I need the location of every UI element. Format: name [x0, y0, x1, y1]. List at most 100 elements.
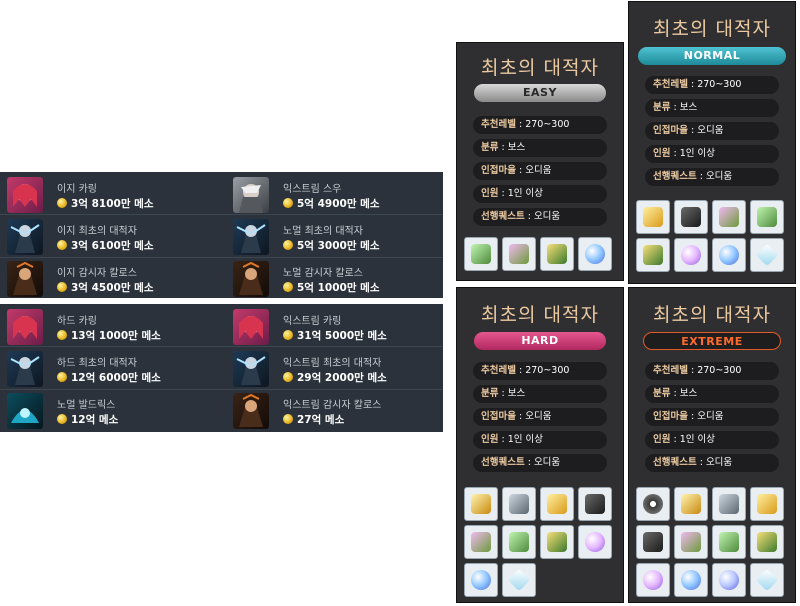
suu-icon [233, 177, 269, 213]
gold-token-icon[interactable] [540, 487, 574, 521]
info-row-party: 인원 : 1인 이상 [473, 185, 607, 203]
orb-icon[interactable] [578, 525, 612, 559]
gold-emblem-icon[interactable] [674, 487, 708, 521]
boss-name: 하드 카링 [57, 316, 97, 327]
info-row-town: 인접마을 : 오디움 [645, 122, 779, 140]
orb-icon[interactable] [578, 237, 612, 271]
boss-entry: 익스트림 감시자 칼로스 27억 메소 [226, 390, 443, 430]
crystal-icon[interactable] [750, 563, 784, 597]
crystal-icon[interactable] [750, 238, 784, 272]
orb-icon[interactable] [712, 563, 746, 597]
boss-reward: 31억 5000만 메소 [283, 328, 387, 343]
info-row-town: 인접마을 : 오디움 [473, 162, 607, 180]
chest-icon[interactable] [712, 487, 746, 521]
meso-coin-icon [57, 240, 67, 250]
info-row-category: 분류 : 보스 [645, 99, 779, 117]
baldrix-icon [7, 393, 43, 429]
kalos-icon [233, 261, 269, 297]
gem-icon[interactable] [674, 525, 708, 559]
gear-icon[interactable] [636, 487, 670, 521]
boss-entry: 하드 최초의 대적자 12억 6000만 메소 [0, 348, 222, 388]
gold-emblem-icon[interactable] [464, 487, 498, 521]
info-row-party: 인원 : 1인 이상 [645, 145, 779, 163]
orb-icon[interactable] [674, 238, 708, 272]
kalos-icon [233, 393, 269, 429]
orb-icon[interactable] [636, 563, 670, 597]
boss-name: 이지 최초의 대적자 [57, 226, 137, 237]
adversary-icon [233, 351, 269, 387]
gem-icon[interactable] [712, 525, 746, 559]
orb-icon[interactable] [464, 563, 498, 597]
meso-coin-icon [283, 414, 293, 424]
panel-title: 최초의 대적자 [481, 57, 599, 79]
info-row-category: 분류 : 보스 [473, 385, 607, 403]
boss-reward: 12억 메소 [57, 412, 118, 427]
boss-name: 이지 카링 [57, 184, 97, 195]
orb-icon[interactable] [712, 238, 746, 272]
panel-hard: 최초의 대적자 HARD 추천레벨 : 270~300 분류 : 보스 인접마을… [456, 287, 624, 603]
meso-coin-icon [57, 372, 67, 382]
boss-entry: 익스트림 스우 5억 4900만 메소 [226, 174, 443, 214]
panel-title: 최초의 대적자 [653, 18, 771, 40]
difficulty-badge-extreme: EXTREME [643, 332, 781, 350]
box-icon[interactable] [636, 238, 670, 272]
gold-token-icon[interactable] [750, 487, 784, 521]
info-row-town: 인접마을 : 오디움 [645, 408, 779, 426]
info-row-level: 추천레벨 : 270~300 [473, 116, 607, 134]
mask-icon[interactable] [578, 487, 612, 521]
meso-coin-icon [57, 198, 67, 208]
boss-reward: 3억 6100만 메소 [57, 238, 153, 253]
gem-icon[interactable] [464, 525, 498, 559]
boss-entry: 이지 최초의 대적자 3억 6100만 메소 [0, 216, 222, 256]
gem-icon[interactable] [712, 200, 746, 234]
info-row-quest: 선행퀘스트 : 오디움 [473, 208, 607, 226]
info-row-party: 인원 : 1인 이상 [473, 431, 607, 449]
gem-icon[interactable] [502, 237, 536, 271]
divider [0, 346, 443, 347]
panel-easy: 최초의 대적자 EASY 추천레벨 : 270~300 분류 : 보스 인접마을… [456, 42, 624, 281]
boss-entry: 이지 카링 3억 8100만 메소 [0, 174, 222, 214]
adversary-icon [7, 219, 43, 255]
box-icon[interactable] [540, 525, 574, 559]
box-icon[interactable] [750, 525, 784, 559]
meso-coin-icon [283, 372, 293, 382]
boss-name: 이지 감시자 칼로스 [57, 268, 137, 279]
meso-coin-icon [57, 414, 67, 424]
gem-icon[interactable] [750, 200, 784, 234]
boss-reward: 12억 6000만 메소 [57, 370, 161, 385]
info-row-quest: 선행퀘스트 : 오디움 [645, 168, 779, 186]
boss-entry: 익스트림 카링 31억 5000만 메소 [226, 306, 443, 346]
boss-name: 하드 최초의 대적자 [57, 358, 137, 369]
gem-icon[interactable] [464, 237, 498, 271]
gem-icon[interactable] [502, 525, 536, 559]
chest-icon[interactable] [502, 487, 536, 521]
boss-name: 노멀 발드릭스 [57, 400, 116, 411]
crystal-icon[interactable] [502, 563, 536, 597]
karing-icon [233, 309, 269, 345]
info-row-town: 인접마을 : 오디움 [473, 408, 607, 426]
boss-reward: 5억 4900만 메소 [283, 196, 379, 211]
boss-list-hard: 하드 카링 13억 1000만 메소 익스트림 카링 31억 5000만 메소 … [0, 304, 443, 432]
boss-list-normal: 이지 카링 3억 8100만 메소 익스트림 스우 5억 4900만 메소 이지… [0, 172, 443, 298]
divider [0, 214, 443, 215]
boss-entry: 하드 카링 13억 1000만 메소 [0, 306, 222, 346]
info-row-quest: 선행퀘스트 : 오디움 [473, 454, 607, 472]
mask-icon[interactable] [674, 200, 708, 234]
box-icon[interactable] [540, 237, 574, 271]
meso-coin-icon [283, 240, 293, 250]
boss-name: 익스트림 감시자 칼로스 [283, 400, 382, 411]
difficulty-badge-normal: NORMAL [638, 47, 786, 65]
adversary-icon [7, 351, 43, 387]
gold-token-icon[interactable] [636, 200, 670, 234]
boss-entry: 노멀 발드릭스 12억 메소 [0, 390, 222, 430]
info-row-level: 추천레벨 : 270~300 [645, 76, 779, 94]
boss-name: 익스트림 카링 [283, 316, 342, 327]
boss-reward: 27억 메소 [283, 412, 344, 427]
meso-coin-icon [283, 330, 293, 340]
boss-entry: 익스트림 최초의 대적자 29억 2000만 메소 [226, 348, 443, 388]
orb-icon[interactable] [674, 563, 708, 597]
karing-icon [7, 309, 43, 345]
meso-coin-icon [283, 282, 293, 292]
panel-title: 최초의 대적자 [481, 304, 599, 326]
mask-icon[interactable] [636, 525, 670, 559]
